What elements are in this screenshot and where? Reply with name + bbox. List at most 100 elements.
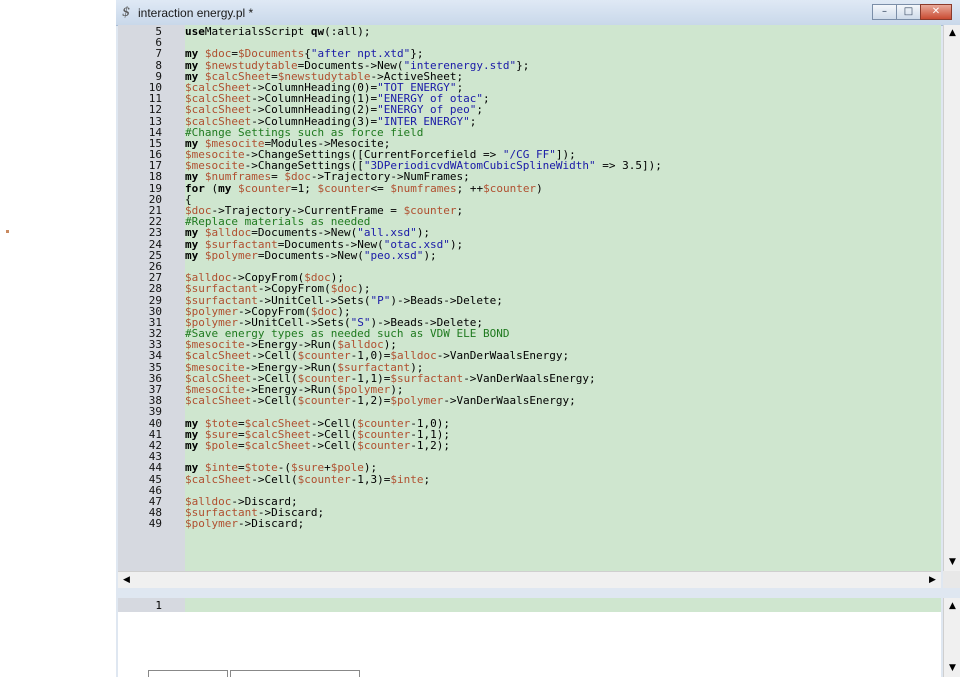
code-token: $counter xyxy=(238,181,291,195)
code-line: 49 $polymer->Discard; xyxy=(118,518,941,529)
pane-splitter[interactable] xyxy=(116,588,960,598)
line-number: 45 xyxy=(148,472,162,486)
code-token: )->Beads->Delete; xyxy=(390,293,503,307)
code-token: use xyxy=(185,25,205,38)
code-token: $calcSheet xyxy=(244,438,311,452)
code-token: my xyxy=(185,438,205,452)
line-number: 24 xyxy=(148,237,162,251)
code-token: ; xyxy=(476,103,484,117)
line-text: $calcSheet->Cell($counter-1,3)=$inte; xyxy=(185,474,430,485)
code-token: $polymer xyxy=(390,394,444,408)
code-token: =1; xyxy=(290,181,318,195)
bottom-tab-strip xyxy=(118,670,941,677)
code-token: -1,2)= xyxy=(350,394,391,408)
output-line: 1 xyxy=(118,598,941,612)
code-token: =Documents->New( xyxy=(257,248,364,262)
line-number: 7 xyxy=(155,47,162,61)
code-token: ; xyxy=(469,114,477,128)
line-text: for (my $counter=1; $counter<= $numframe… xyxy=(185,183,543,194)
line-number: 28 xyxy=(148,282,162,296)
code-token: $pole xyxy=(204,438,238,452)
output-vertical-scrollbar[interactable]: ▲ ▼ xyxy=(943,598,960,677)
code-token: ) xyxy=(536,181,543,195)
code-token: my xyxy=(185,248,205,262)
code-token: $calcSheet xyxy=(185,472,252,486)
line-number: 23 xyxy=(148,226,162,240)
title-bar: $ interaction energy.pl * – □ ✕ xyxy=(116,0,960,26)
close-button[interactable]: ✕ xyxy=(920,4,952,20)
code-token: ->Cell( xyxy=(251,394,298,408)
minimize-button[interactable]: – xyxy=(872,4,897,20)
script-editor-window: $ interaction energy.pl * – □ ✕ 5 useMate… xyxy=(116,0,960,677)
code-line: 19 for (my $counter=1; $counter<= $numfra… xyxy=(118,183,941,194)
code-token: $counter xyxy=(403,204,457,217)
tab-edge[interactable] xyxy=(230,670,360,677)
code-token: ->Discard; xyxy=(237,517,305,531)
line-number: 34 xyxy=(148,349,162,363)
window-controls: – □ ✕ xyxy=(872,4,952,20)
line-number: 40 xyxy=(148,416,162,430)
line-text: my $pole=$calcSheet->Cell($counter-1,2); xyxy=(185,440,450,451)
code-editor[interactable]: 5 useMaterialsScript qw(:all); 6 7 my $doc=$… xyxy=(118,25,941,571)
code-token: qw xyxy=(310,25,325,38)
scroll-down-icon[interactable]: ▼ xyxy=(945,555,960,570)
code-token: ; xyxy=(456,204,464,217)
code-lines: 5 useMaterialsScript qw(:all); 6 7 my $doc=$… xyxy=(118,26,941,529)
code-token: => 3.5]); xyxy=(595,159,662,173)
code-token: (:all); xyxy=(324,25,371,38)
output-line-number: 1 xyxy=(155,599,162,612)
scrollbar-corner xyxy=(943,571,960,588)
code-token: <= xyxy=(370,181,391,195)
code-token: ->VanDerWaalsEnergy; xyxy=(463,371,596,385)
code-token: "P" xyxy=(370,293,391,307)
line-text: my $polymer=Documents->New("peo.xsd"); xyxy=(185,250,437,261)
code-line: 45 $calcSheet->Cell($counter-1,3)=$inte; xyxy=(118,474,941,485)
line-number: 29 xyxy=(148,293,162,307)
editor-vertical-scrollbar[interactable]: ▲ ▼ xyxy=(943,25,960,571)
line-number: 35 xyxy=(148,360,162,374)
code-token: MaterialsScript xyxy=(204,25,311,38)
code-token: $inte xyxy=(390,472,424,486)
code-token: $numframes xyxy=(390,181,457,195)
line-number: 19 xyxy=(148,181,162,195)
code-token: my xyxy=(218,181,238,195)
line-number: 13 xyxy=(148,114,162,128)
editor-horizontal-scrollbar[interactable]: ◀ ▶ xyxy=(118,571,941,589)
output-scroll-up-icon[interactable]: ▲ xyxy=(945,599,960,614)
line-text: useMaterialsScript qw(:all); xyxy=(185,26,370,37)
line-number: 49 xyxy=(148,517,162,531)
code-token: ->Cell( xyxy=(251,472,298,486)
output-scroll-down-icon[interactable]: ▼ xyxy=(945,661,960,676)
code-token: $counter xyxy=(297,472,351,486)
line-number: 39 xyxy=(148,405,162,419)
line-number: 12 xyxy=(148,103,162,117)
code-token: ->Cell( xyxy=(310,438,358,452)
code-line: 42 my $pole=$calcSheet->Cell($counter-1,2… xyxy=(118,440,941,451)
stray-dot xyxy=(6,230,9,233)
code-token: ->VanDerWaalsEnergy; xyxy=(443,394,576,408)
code-line: 38 $calcSheet->Cell($counter-1,2)=$polyme… xyxy=(118,395,941,406)
code-token: $counter xyxy=(297,394,351,408)
code-token: $counter xyxy=(317,181,371,195)
tab-edge[interactable] xyxy=(148,670,228,677)
code-token: }; xyxy=(516,58,530,72)
code-token: $calcSheet xyxy=(185,394,252,408)
code-line: 25 my $polymer=Documents->New("peo.xsd"); xyxy=(118,250,941,261)
scroll-up-icon[interactable]: ▲ xyxy=(945,26,960,41)
scroll-right-icon[interactable]: ▶ xyxy=(925,573,940,588)
code-token: ; ++ xyxy=(456,181,484,195)
code-token: ; xyxy=(483,92,490,106)
line-number: 8 xyxy=(155,58,162,72)
scroll-left-icon[interactable]: ◀ xyxy=(119,573,134,588)
output-pane[interactable]: 1 xyxy=(118,598,941,677)
maximize-button[interactable]: □ xyxy=(896,4,921,20)
script-icon: $ xyxy=(122,5,131,20)
code-token: $counter xyxy=(357,438,411,452)
code-token: "peo.xsd" xyxy=(363,248,424,262)
code-token: $counter xyxy=(483,181,537,195)
code-token: ; xyxy=(423,472,431,486)
code-token: $polymer xyxy=(185,517,238,531)
code-token: -1,3)= xyxy=(350,472,391,486)
code-token: $polymer xyxy=(204,248,258,262)
code-token: ); xyxy=(423,248,437,262)
